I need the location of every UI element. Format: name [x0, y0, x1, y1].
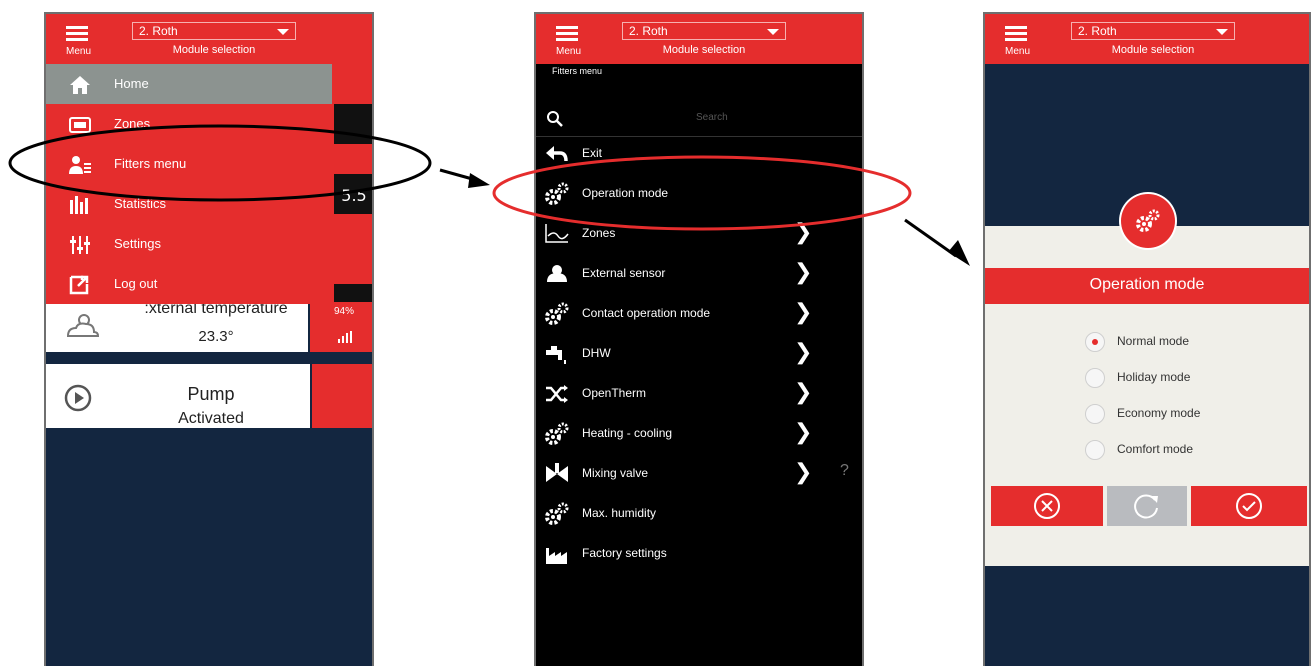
flow-arrow — [904, 218, 970, 266]
highlight-ellipse — [492, 155, 912, 231]
annotation-overlay — [8, 124, 970, 266]
highlight-ellipse — [8, 124, 432, 202]
flow-arrow — [439, 168, 490, 188]
